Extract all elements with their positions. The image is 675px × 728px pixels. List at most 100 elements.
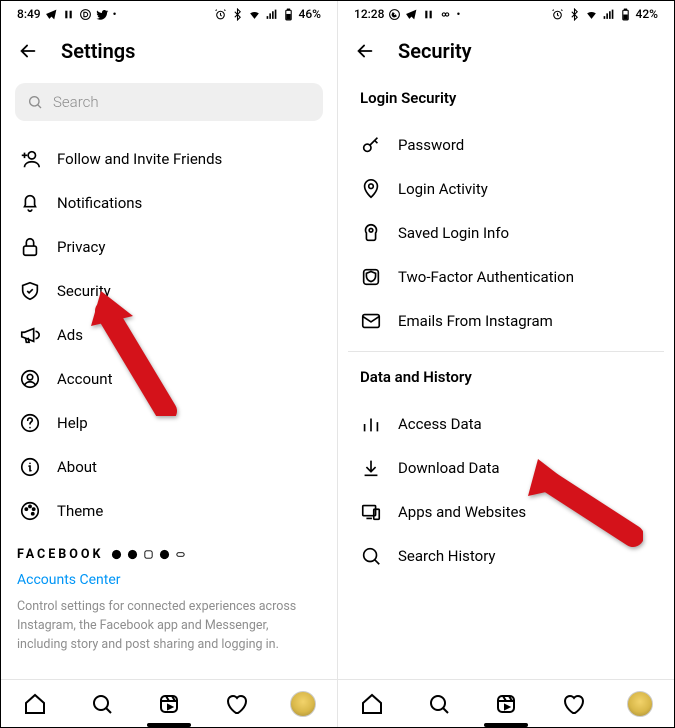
nav-activity[interactable] (223, 691, 249, 717)
bluetooth-icon (231, 8, 244, 21)
reels-underline-indicator (484, 723, 528, 727)
nav-search[interactable] (89, 691, 115, 717)
back-arrow-icon[interactable] (17, 39, 41, 63)
reels-underline-indicator (147, 723, 191, 727)
signal-icon (265, 8, 278, 21)
bottom-nav (1, 679, 337, 727)
nav-home[interactable] (359, 691, 385, 717)
security-item-password[interactable]: Password (338, 123, 674, 167)
alarm-icon (551, 8, 564, 21)
keyhole-icon (360, 222, 382, 244)
row-label: Theme (57, 502, 103, 520)
facebook-app-icons (111, 549, 186, 560)
dot-icon: • (456, 9, 460, 20)
download-icon (360, 457, 382, 479)
battery-icon (619, 8, 632, 21)
wifi-icon (248, 8, 261, 21)
settings-item-follow-invite[interactable]: Follow and Invite Friends (1, 137, 337, 181)
facebook-section: FACEBOOK Accounts Center Control setting… (1, 533, 337, 654)
security-item-login-activity[interactable]: Login Activity (338, 167, 674, 211)
settings-list: Follow and Invite Friends Notifications … (1, 131, 337, 533)
nav-profile-avatar[interactable] (290, 691, 316, 717)
header: Settings (1, 25, 337, 73)
row-label: Access Data (398, 415, 482, 433)
status-bar: 12:28 • 42% (338, 1, 674, 25)
back-arrow-icon[interactable] (354, 39, 378, 63)
settings-item-privacy[interactable]: Privacy (1, 225, 337, 269)
nav-activity[interactable] (560, 691, 586, 717)
nav-home[interactable] (22, 691, 48, 717)
facebook-icon (111, 549, 122, 560)
accounts-center-link[interactable]: Accounts Center (17, 562, 321, 588)
row-label: Follow and Invite Friends (57, 150, 222, 168)
oculus-icon (175, 549, 186, 560)
telegram-icon (45, 8, 58, 21)
row-label: Search History (398, 547, 496, 565)
status-bar: 8:49 • 46% (1, 1, 337, 25)
settings-item-security[interactable]: Security (1, 269, 337, 313)
location-icon (360, 178, 382, 200)
security-item-access-data[interactable]: Access Data (338, 402, 674, 446)
signal-icon (602, 8, 615, 21)
key-icon (360, 134, 382, 156)
nav-profile-avatar[interactable] (627, 691, 653, 717)
security-item-search-history[interactable]: Search History (338, 534, 674, 578)
account-icon (19, 368, 41, 390)
security-screen: 12:28 • 42% Security L (338, 1, 674, 727)
bluetooth-icon (568, 8, 581, 21)
row-label: Account (57, 370, 113, 388)
settings-item-notifications[interactable]: Notifications (1, 181, 337, 225)
whatsapp-icon (159, 549, 170, 560)
status-time: 12:28 (354, 7, 384, 21)
settings-item-help[interactable]: Help (1, 401, 337, 445)
row-label: Emails From Instagram (398, 312, 553, 330)
info-icon (19, 456, 41, 478)
accounts-center-description: Control settings for connected experienc… (17, 588, 321, 654)
header: Security (338, 25, 674, 73)
battery-icon (282, 8, 295, 21)
settings-item-about[interactable]: About (1, 445, 337, 489)
page-title: Security (398, 39, 472, 63)
pause-icon (422, 8, 435, 21)
security-item-saved-login[interactable]: Saved Login Info (338, 211, 674, 255)
mail-icon (360, 310, 382, 332)
instagram-icon (143, 549, 154, 560)
settings-item-theme[interactable]: Theme (1, 489, 337, 533)
messenger-icon (127, 549, 138, 560)
section-login-security: Login Security (338, 73, 674, 117)
row-label: Login Activity (398, 180, 488, 198)
security-item-apps-websites[interactable]: Apps and Websites (338, 490, 674, 534)
row-label: Ads (57, 326, 83, 344)
add-user-icon (19, 148, 41, 170)
settings-screen: 8:49 • 46% Settings (1, 1, 337, 727)
circle-d-icon (79, 8, 92, 21)
telegram-icon (405, 8, 418, 21)
facebook-brand: FACEBOOK (17, 547, 103, 562)
row-label: Apps and Websites (398, 503, 526, 521)
section-data-history: Data and History (338, 352, 674, 396)
row-label: Saved Login Info (398, 224, 509, 242)
settings-item-ads[interactable]: Ads (1, 313, 337, 357)
row-label: Download Data (398, 459, 500, 477)
row-label: Password (398, 136, 464, 154)
battery-percent: 42% (636, 7, 658, 21)
nav-reels[interactable] (156, 691, 182, 717)
security-item-download-data[interactable]: Download Data (338, 446, 674, 490)
page-title: Settings (61, 39, 135, 63)
battery-percent: 46% (299, 7, 321, 21)
bottom-nav (338, 679, 674, 727)
palette-icon (19, 500, 41, 522)
search-icon (27, 94, 43, 110)
nav-search[interactable] (426, 691, 452, 717)
nav-reels[interactable] (493, 691, 519, 717)
settings-item-account[interactable]: Account (1, 357, 337, 401)
security-item-emails[interactable]: Emails From Instagram (338, 299, 674, 343)
search-input[interactable]: Search (15, 83, 323, 121)
security-item-two-factor[interactable]: Two-Factor Authentication (338, 255, 674, 299)
search-placeholder: Search (53, 93, 99, 111)
whatsapp-status-icon (388, 8, 401, 21)
row-label: Help (57, 414, 88, 432)
shield-icon (19, 280, 41, 302)
dot-icon: • (113, 9, 117, 20)
bell-icon (19, 192, 41, 214)
